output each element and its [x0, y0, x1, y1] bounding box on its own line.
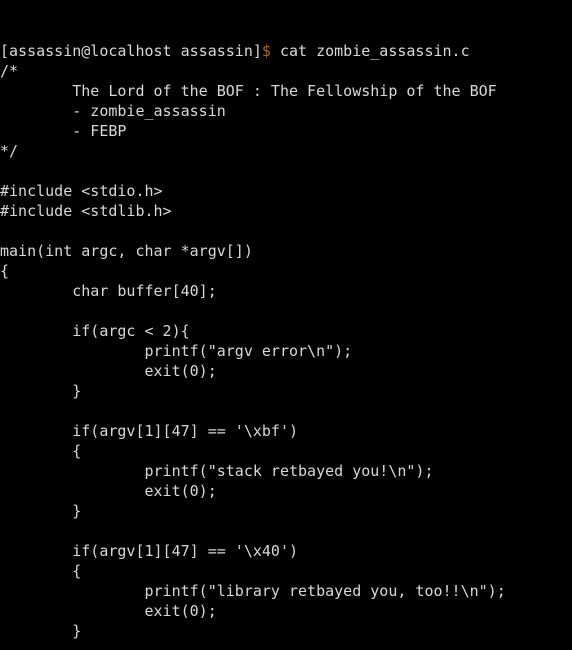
terminal-line: - FEBP — [0, 121, 572, 141]
source-code-line: char buffer[40]; — [0, 282, 217, 300]
source-code-line: if(argv[1][47] == '\xbf') — [0, 422, 299, 440]
terminal-line: #include <stdio.h> — [0, 181, 572, 201]
terminal-line: printf("library retbayed you, too!!\n"); — [0, 581, 572, 601]
source-code-line: */ — [0, 142, 19, 160]
terminal-line: } — [0, 501, 572, 521]
source-code-line — [0, 222, 9, 240]
source-code-line — [0, 302, 9, 320]
terminal-line: */ — [0, 141, 572, 161]
terminal-line: exit(0); — [0, 481, 572, 501]
terminal-line: exit(0); — [0, 361, 572, 381]
terminal-line: [assassin@localhost assassin]$ cat zombi… — [0, 41, 572, 61]
terminal-line: - zombie_assassin — [0, 101, 572, 121]
source-code-line: if(argv[1][47] == '\x40') — [0, 542, 299, 560]
terminal-line: } — [0, 621, 572, 641]
terminal-line: exit(0); — [0, 601, 572, 621]
source-code-line: } — [0, 382, 82, 400]
source-code-line: printf("library retbayed you, too!!\n"); — [0, 582, 506, 600]
source-code-line — [0, 162, 9, 180]
source-code-line: - zombie_assassin — [0, 102, 226, 120]
source-code-line: { — [0, 562, 82, 580]
source-code-line: exit(0); — [0, 482, 217, 500]
terminal-line: printf("argv error\n"); — [0, 341, 572, 361]
source-code-line: if(argc < 2){ — [0, 322, 190, 340]
source-code-line — [0, 642, 9, 650]
source-code-line: /* — [0, 62, 19, 80]
terminal-line: The Lord of the BOF : The Fellowship of … — [0, 81, 572, 101]
terminal-line: if(argv[1][47] == '\xbf') — [0, 421, 572, 441]
source-code-line: The Lord of the BOF : The Fellowship of … — [0, 82, 497, 100]
source-code-line: { — [0, 442, 82, 460]
terminal-line — [0, 221, 572, 241]
terminal-line: { — [0, 261, 572, 281]
source-code-line: } — [0, 622, 82, 640]
source-code-line: { — [0, 262, 10, 280]
prompt-sigil: $ — [261, 42, 271, 60]
source-code-line: exit(0); — [0, 602, 217, 620]
source-code-line: #include <stdio.h> — [0, 182, 163, 200]
terminal-line: main(int argc, char *argv[]) — [0, 241, 572, 261]
terminal-line — [0, 161, 572, 181]
source-code-line: } — [0, 502, 82, 520]
source-code-line: exit(0); — [0, 362, 217, 380]
terminal-line: if(argc < 2){ — [0, 321, 572, 341]
source-code-line: - FEBP — [0, 122, 127, 140]
terminal-line: { — [0, 561, 572, 581]
source-code-line — [0, 522, 9, 540]
terminal-screen[interactable]: [assassin@localhost assassin]$ cat zombi… — [0, 0, 572, 650]
terminal-line — [0, 521, 572, 541]
terminal-line — [0, 301, 572, 321]
terminal-line: char buffer[40]; — [0, 281, 572, 301]
source-code-line: printf("argv error\n"); — [0, 342, 353, 360]
terminal-line: if(argv[1][47] == '\x40') — [0, 541, 572, 561]
terminal-line: /* — [0, 61, 572, 81]
terminal-line: #include <stdlib.h> — [0, 201, 572, 221]
terminal-line: } — [0, 381, 572, 401]
source-code-line: printf("stack retbayed you!\n"); — [0, 462, 434, 480]
terminal-line: printf("stack retbayed you!\n"); — [0, 461, 572, 481]
terminal-line — [0, 641, 572, 650]
source-code-line: main(int argc, char *argv[]) — [0, 242, 253, 260]
terminal-output: [assassin@localhost assassin]$ cat zombi… — [0, 41, 572, 650]
prompt-user-host: [assassin@localhost assassin] — [0, 42, 262, 60]
terminal-line — [0, 401, 572, 421]
source-code-line: #include <stdlib.h> — [0, 202, 172, 220]
source-code-line — [0, 402, 9, 420]
terminal-line: { — [0, 441, 572, 461]
command-text: cat zombie_assassin.c — [270, 42, 470, 60]
